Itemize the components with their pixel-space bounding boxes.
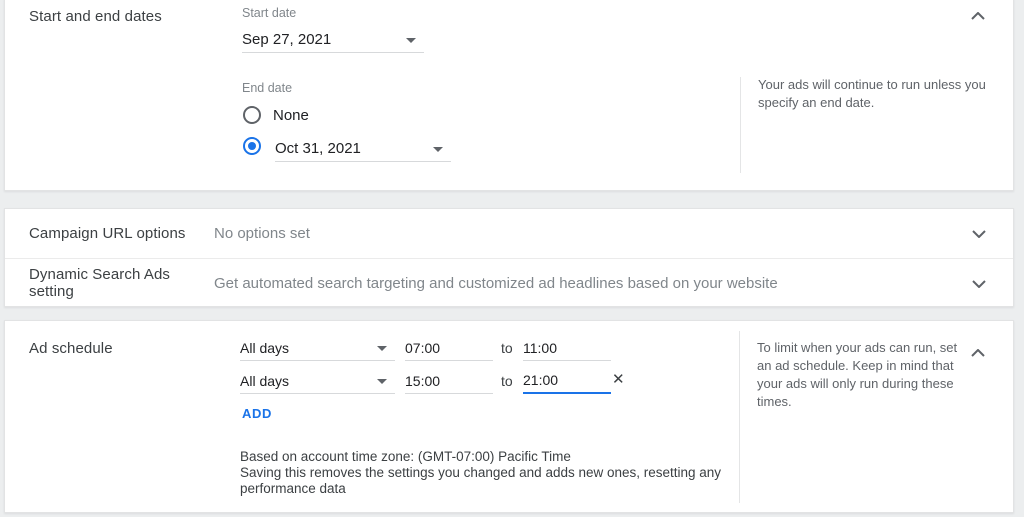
expand-section-button[interactable]: [969, 274, 989, 294]
remove-schedule-row-button[interactable]: ✕: [612, 372, 625, 387]
section-title-ad-schedule: Ad schedule: [29, 340, 113, 357]
to-label: to: [501, 373, 513, 389]
chevron-up-icon: [971, 349, 985, 357]
end-time-input[interactable]: 11:00: [523, 335, 611, 361]
end-time-input-focused[interactable]: 21:00: [523, 368, 611, 394]
end-time-value: 21:00: [523, 372, 559, 388]
radio-unselected-icon[interactable]: [243, 106, 261, 124]
start-end-dates-card: Start and end dates Start date Sep 27, 2…: [4, 0, 1014, 191]
days-value: All days: [240, 372, 290, 389]
ad-schedule-help-text: To limit when your ads can run, set an a…: [757, 340, 958, 409]
ad-schedule-card: Ad schedule All days 07:00 to 11:00 All …: [4, 320, 1014, 513]
add-schedule-button[interactable]: ADD: [242, 406, 272, 421]
start-time-value: 15:00: [405, 372, 441, 389]
campaign-url-options-value: No options set: [214, 225, 310, 242]
collapse-section-button[interactable]: [968, 343, 988, 363]
collapsed-settings-card: Campaign URL options No options set Dyna…: [4, 208, 1014, 307]
chevron-down-icon: [972, 280, 986, 288]
start-time-input[interactable]: 07:00: [405, 335, 493, 361]
dynamic-search-ads-value: Get automated search targeting and custo…: [214, 274, 778, 292]
end-date-help-text: Your ads will continue to run unless you…: [758, 77, 986, 110]
dropdown-arrow-icon: [377, 346, 387, 351]
end-date-label: End date: [242, 81, 293, 95]
campaign-url-options-row[interactable]: Campaign URL options No options set: [5, 209, 1013, 258]
start-time-input[interactable]: 15:00: [405, 368, 493, 394]
end-date-value: Oct 31, 2021: [275, 140, 361, 157]
dropdown-arrow-icon: [406, 38, 416, 43]
dropdown-arrow-icon: [433, 147, 443, 152]
end-date-option-date[interactable]: [243, 137, 273, 155]
reset-warning: Saving this removes the settings you cha…: [240, 465, 722, 496]
days-value: All days: [240, 339, 290, 356]
timezone-note: Based on account time zone: (GMT-07:00) …: [240, 449, 571, 464]
end-date-option-none[interactable]: None: [243, 106, 309, 124]
campaign-url-options-title: Campaign URL options: [29, 225, 186, 242]
radio-selected-icon[interactable]: [243, 137, 261, 155]
dynamic-search-ads-title: Dynamic Search Ads setting: [29, 266, 171, 300]
start-date-dropdown[interactable]: Sep 27, 2021: [242, 27, 424, 53]
dropdown-arrow-icon: [377, 379, 387, 384]
days-dropdown[interactable]: All days: [240, 335, 395, 361]
end-time-value: 11:00: [523, 339, 557, 356]
section-title-dates: Start and end dates: [29, 8, 162, 25]
to-label: to: [501, 340, 513, 356]
dynamic-search-ads-row[interactable]: Dynamic Search Ads setting Get automated…: [5, 258, 1013, 307]
help-divider: [740, 77, 741, 173]
start-time-value: 07:00: [405, 339, 441, 356]
end-date-option-none-label: None: [273, 106, 309, 124]
schedule-footnote: Based on account time zone: (GMT-07:00) …: [240, 449, 745, 497]
expand-section-button[interactable]: [969, 224, 989, 244]
end-date-dropdown[interactable]: Oct 31, 2021: [275, 136, 451, 162]
start-date-value: Sep 27, 2021: [242, 31, 332, 48]
chevron-down-icon: [972, 230, 986, 238]
collapse-section-button[interactable]: [968, 6, 988, 26]
help-divider: [739, 331, 740, 503]
start-date-label: Start date: [242, 6, 297, 20]
chevron-up-icon: [971, 12, 985, 20]
days-dropdown[interactable]: All days: [240, 368, 395, 394]
